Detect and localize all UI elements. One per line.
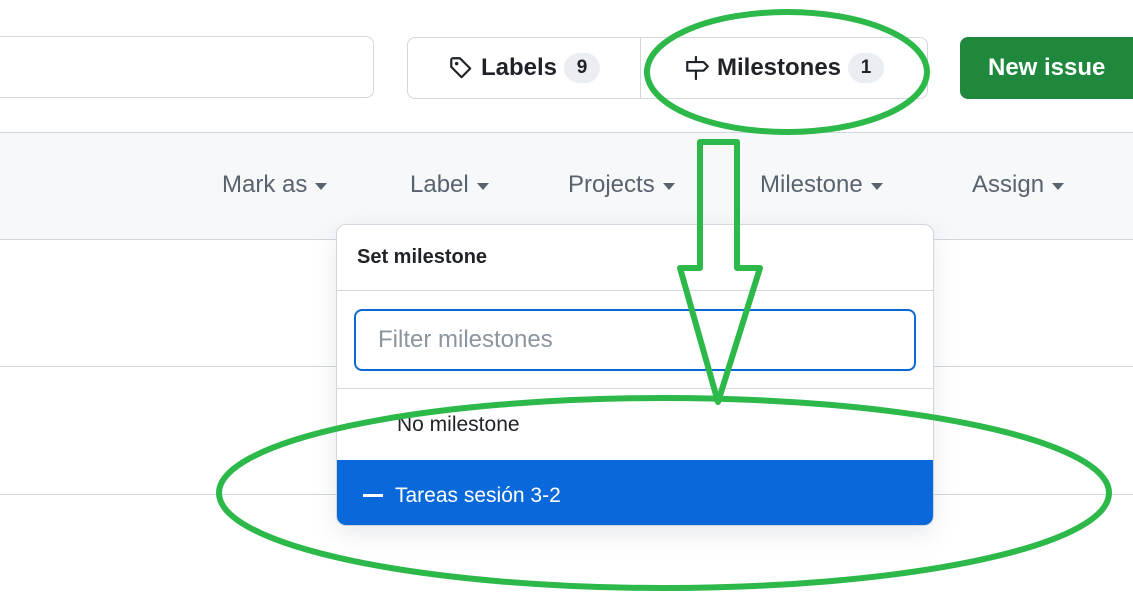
filter-label[interactable]: Label [410, 171, 489, 199]
option-label: Tareas sesión 3-2 [395, 483, 561, 507]
dropdown-title: Set milestone [337, 225, 933, 291]
filter-label: Label [410, 171, 469, 198]
milestones-label: Milestones [716, 54, 842, 81]
caret-down-icon [315, 182, 328, 190]
milestone-dropdown: Set milestone No milestone Tareas sesión… [336, 224, 934, 526]
caret-down-icon [1052, 182, 1065, 190]
filter-assign[interactable]: Assign [972, 171, 1065, 199]
search-input[interactable] [0, 36, 374, 98]
filter-label: Mark as [222, 171, 308, 198]
milestones-count: 1 [848, 53, 885, 83]
filter-label: Milestone [760, 171, 863, 198]
filter-milestones-input[interactable] [354, 309, 916, 371]
filter-projects[interactable]: Projects [568, 171, 675, 199]
labels-label: Labels [480, 54, 558, 81]
labels-count: 9 [564, 53, 601, 83]
labels-button[interactable]: Labels 9 [408, 38, 641, 98]
dropdown-filter-area [337, 291, 933, 389]
no-milestone-option[interactable]: No milestone [337, 389, 933, 460]
option-label: No milestone [397, 412, 520, 436]
milestone-option-selected[interactable]: Tareas sesión 3-2 [337, 460, 933, 525]
filter-label: Projects [568, 171, 655, 198]
labels-milestones-group: Labels 9 Milestones 1 [407, 37, 928, 99]
dash-icon [363, 494, 383, 497]
filter-milestone[interactable]: Milestone [760, 171, 883, 199]
tag-icon [450, 57, 472, 79]
caret-down-icon [476, 182, 489, 190]
new-issue-label: New issue [988, 54, 1106, 81]
filter-label: Assign [972, 171, 1045, 198]
milestone-icon [686, 56, 709, 80]
milestones-button[interactable]: Milestones 1 [641, 38, 927, 98]
caret-down-icon [662, 182, 675, 190]
new-issue-button[interactable]: New issue [960, 37, 1133, 99]
caret-down-icon [870, 182, 883, 190]
filter-mark-as[interactable]: Mark as [222, 171, 328, 199]
